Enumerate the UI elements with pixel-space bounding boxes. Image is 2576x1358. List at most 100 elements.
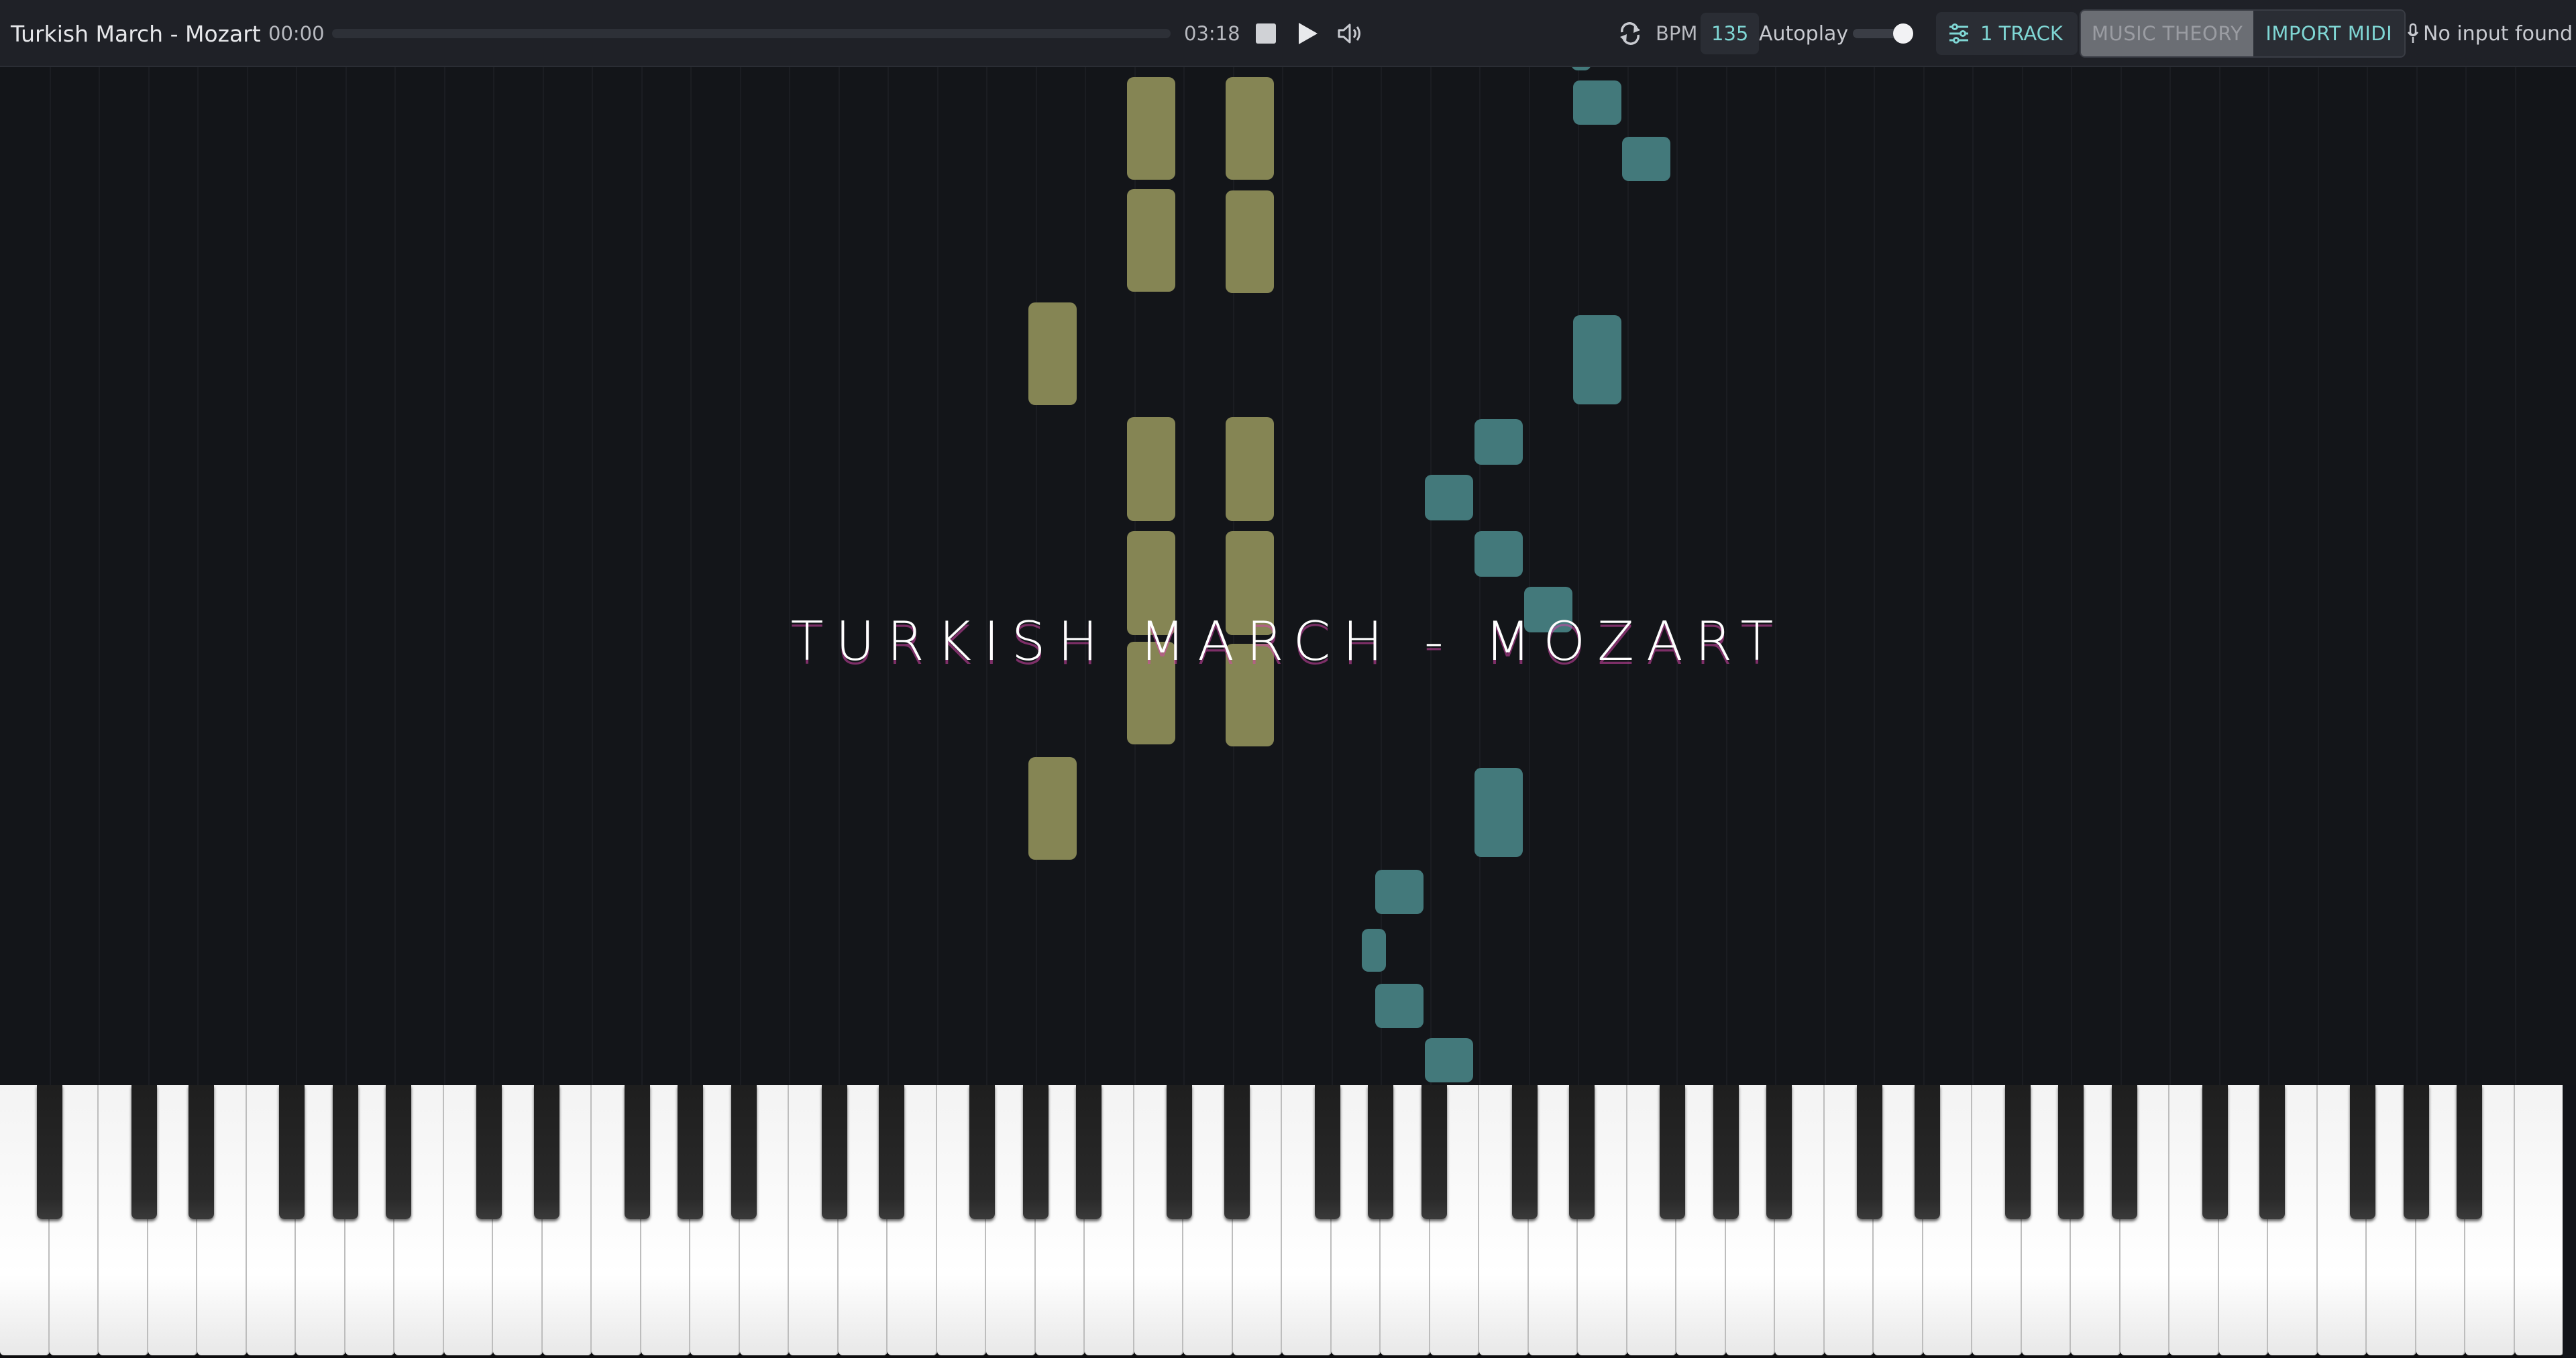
- lane-line: [690, 67, 692, 1085]
- right-hand-note: [1425, 475, 1473, 520]
- piano-roll: TURKISH MARCH - MOZART: [0, 67, 2576, 1085]
- black-key[interactable]: [189, 1085, 214, 1219]
- black-key[interactable]: [1569, 1085, 1595, 1219]
- right-hand-note: [1622, 137, 1670, 181]
- music-theory-button[interactable]: MUSIC THEORY: [2081, 11, 2254, 56]
- lane-line: [1923, 67, 1925, 1085]
- left-hand-note: [1226, 77, 1274, 180]
- progress-bar[interactable]: [332, 29, 1171, 38]
- black-key[interactable]: [2259, 1085, 2285, 1219]
- black-key[interactable]: [1660, 1085, 1685, 1219]
- lane-line: [1578, 67, 1579, 1085]
- left-hand-note: [1226, 190, 1274, 293]
- black-key[interactable]: [2457, 1085, 2482, 1219]
- lane-line: [148, 67, 150, 1085]
- black-key[interactable]: [1857, 1085, 1882, 1219]
- lane-line: [2120, 67, 2122, 1085]
- black-key[interactable]: [332, 1085, 358, 1219]
- song-title: Turkish March - Mozart: [11, 20, 261, 47]
- right-hand-note: [1474, 768, 1523, 857]
- right-hand-note: [1425, 1038, 1473, 1082]
- black-key[interactable]: [386, 1085, 411, 1219]
- black-key[interactable]: [1022, 1085, 1049, 1219]
- right-hand-note: [1375, 870, 1424, 914]
- lane-line: [2169, 67, 2171, 1085]
- midi-status-text: No input found: [2423, 21, 2573, 46]
- black-key[interactable]: [2111, 1085, 2137, 1219]
- lane-line: [986, 67, 987, 1085]
- stop-button[interactable]: [1254, 0, 1277, 67]
- left-hand-note: [1226, 417, 1274, 521]
- lane-line: [1035, 67, 1037, 1085]
- lane-line: [542, 67, 544, 1085]
- black-key[interactable]: [2403, 1085, 2429, 1219]
- right-hand-note: [1573, 80, 1621, 125]
- tracks-button[interactable]: 1 TRACK: [1936, 0, 2078, 67]
- right-hand-note: [1474, 531, 1523, 577]
- black-key[interactable]: [1368, 1085, 1393, 1219]
- midi-input-status[interactable]: No input found: [2407, 0, 2573, 67]
- left-hand-note: [1028, 302, 1077, 405]
- black-key[interactable]: [1076, 1085, 1102, 1219]
- black-key[interactable]: [1766, 1085, 1792, 1219]
- lane-line: [99, 67, 100, 1085]
- lane-line: [2268, 67, 2269, 1085]
- black-key[interactable]: [2202, 1085, 2228, 1219]
- piano-keyboard: [0, 1085, 2563, 1358]
- black-key[interactable]: [1421, 1085, 1447, 1219]
- lane-line: [1824, 67, 1826, 1085]
- top-toolbar: Turkish March - Mozart 00:00 03:18 BPM 1…: [0, 0, 2576, 67]
- play-button[interactable]: [1296, 0, 1319, 67]
- lane-line: [345, 67, 347, 1085]
- import-midi-button[interactable]: IMPORT MIDI: [2253, 11, 2405, 56]
- loop-icon: [1620, 22, 1640, 45]
- left-hand-note: [1127, 189, 1175, 292]
- right-hand-note: [1573, 315, 1621, 404]
- toggle-knob: [1893, 23, 1913, 44]
- black-key[interactable]: [731, 1085, 757, 1219]
- lane-line: [838, 67, 840, 1085]
- black-key[interactable]: [1511, 1085, 1538, 1219]
- lane-line: [2367, 67, 2368, 1085]
- lane-line: [641, 67, 643, 1085]
- mode-buttons: MUSIC THEORY IMPORT MIDI: [2080, 9, 2406, 58]
- black-key[interactable]: [1314, 1085, 1340, 1219]
- bpm-value: 135: [1701, 13, 1760, 54]
- black-key[interactable]: [533, 1085, 559, 1219]
- lane-line: [1775, 67, 1776, 1085]
- volume-button[interactable]: [1337, 0, 1364, 67]
- black-key[interactable]: [1914, 1085, 1940, 1219]
- lane-line: [1430, 67, 1432, 1085]
- lane-line: [296, 67, 297, 1085]
- white-key[interactable]: [2514, 1085, 2563, 1355]
- black-key[interactable]: [969, 1085, 995, 1219]
- left-hand-note: [1028, 757, 1077, 860]
- autoplay-toggle[interactable]: [1853, 0, 1913, 67]
- black-key[interactable]: [879, 1085, 904, 1219]
- sliders-icon: [1949, 23, 1968, 44]
- lane-line: [1627, 67, 1629, 1085]
- lane-line: [493, 67, 494, 1085]
- black-key[interactable]: [131, 1085, 157, 1219]
- black-key[interactable]: [678, 1085, 703, 1219]
- black-key[interactable]: [2004, 1085, 2031, 1219]
- black-key[interactable]: [624, 1085, 650, 1219]
- black-key[interactable]: [1713, 1085, 1739, 1219]
- black-key[interactable]: [279, 1085, 305, 1219]
- lane-line: [592, 67, 593, 1085]
- play-icon: [1299, 23, 1318, 44]
- black-key[interactable]: [1167, 1085, 1192, 1219]
- black-key[interactable]: [1224, 1085, 1250, 1219]
- loop-button[interactable]: [1618, 0, 1642, 67]
- black-key[interactable]: [821, 1085, 847, 1219]
- lane-line: [1528, 67, 1530, 1085]
- black-key[interactable]: [476, 1085, 502, 1219]
- black-key[interactable]: [2058, 1085, 2084, 1219]
- left-hand-note: [1127, 77, 1175, 180]
- lane-line: [2465, 67, 2467, 1085]
- lane-line: [394, 67, 396, 1085]
- black-key[interactable]: [2350, 1085, 2375, 1219]
- bpm-label: BPM: [1656, 22, 1698, 45]
- bpm-input[interactable]: 135: [1701, 0, 1760, 67]
- black-key[interactable]: [36, 1085, 62, 1219]
